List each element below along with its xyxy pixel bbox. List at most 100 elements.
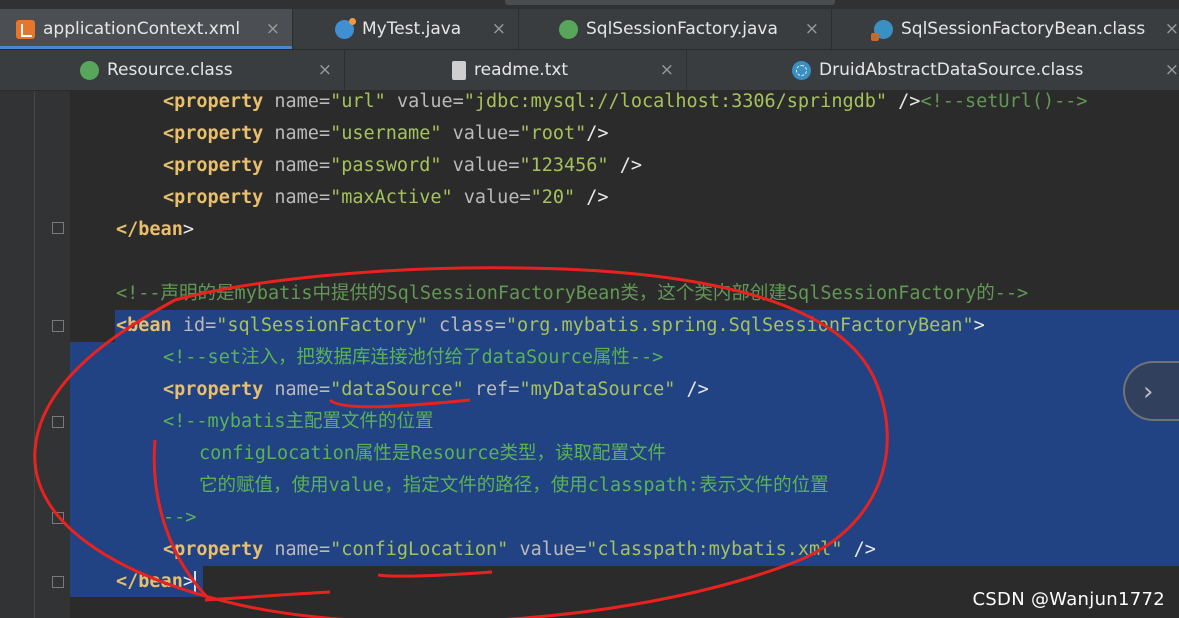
tab-label: applicationContext.xml: [43, 19, 241, 39]
xml-file-icon: [16, 19, 35, 39]
code-line[interactable]: </bean>: [116, 566, 196, 598]
xml-tag: bean: [127, 315, 172, 336]
xml-bracket: />: [842, 539, 876, 560]
xml-comment: <!--声明的是mybatis中提供的SqlSessionFactoryBean…: [116, 283, 1029, 304]
code-line[interactable]: <!--声明的是mybatis中提供的SqlSessionFactoryBean…: [116, 278, 1028, 310]
interface-icon: [80, 60, 99, 80]
class-file-icon: [871, 19, 893, 41]
xml-comment: 它的赋值，使用value，指定文件的路径，使用classpath:表示文件的位置: [199, 475, 829, 496]
code-line[interactable]: configLocation属性是Resource类型，读取配置文件: [199, 438, 666, 470]
code-line[interactable]: <property name="password" value="123456"…: [163, 150, 642, 182]
xml-attr: name=: [274, 539, 331, 560]
xml-attr: name=: [274, 155, 331, 176]
xml-bracket: </: [116, 219, 139, 240]
fold-marker-icon[interactable]: [52, 416, 64, 428]
xml-value: "configLocation": [330, 539, 509, 560]
editor-tabs-row-2: Resource.class × readme.txt × DruidAbstr…: [0, 50, 1179, 91]
tab-label: SqlSessionFactory.java: [586, 19, 778, 39]
xml-tag: property: [174, 539, 264, 560]
xml-bracket: <: [163, 91, 175, 112]
xml-bracket: <: [163, 155, 175, 176]
xml-attr: value=: [452, 123, 520, 144]
close-icon[interactable]: ×: [660, 60, 674, 80]
xml-comment: <!--mybatis主配置文件的位置: [163, 411, 434, 432]
xml-tag: property: [174, 187, 264, 208]
window-top-strip: [0, 0, 1179, 9]
editor-tabs-row-1: applicationContext.xml × MyTest.java × S…: [0, 9, 1179, 50]
xml-attr: ref=: [474, 379, 520, 400]
xml-comment: <!--set注入，把数据库连接池付给了dataSource属性-->: [163, 347, 664, 368]
xml-value: "jdbc:mysql://localhost:3306/springdb": [463, 91, 888, 112]
abstract-class-icon: [792, 60, 811, 80]
fold-marker-icon[interactable]: [52, 320, 64, 332]
xml-bracket: />: [887, 91, 921, 112]
tab-label: SqlSessionFactoryBean.class: [901, 19, 1146, 39]
xml-attr: name=: [274, 91, 331, 112]
code-line[interactable]: <property name="dataSource" ref="myDataS…: [163, 374, 709, 406]
xml-comment: configLocation属性是Resource类型，读取配置文件: [199, 443, 667, 464]
code-line[interactable]: <property name="username" value="root"/>: [163, 118, 609, 150]
tab-resource-class[interactable]: Resource.class ×: [0, 50, 345, 90]
xml-value: "myDataSource": [519, 379, 676, 400]
xml-value: "123456": [519, 155, 609, 176]
xml-value: "username": [330, 123, 442, 144]
xml-value: "org.mybatis.spring.SqlSessionFactoryBea…: [505, 315, 974, 336]
xml-value: "20": [530, 187, 576, 208]
watermark: CSDN @Wanjun1772: [972, 589, 1165, 610]
fold-marker-icon[interactable]: [52, 576, 64, 588]
code-line[interactable]: 它的赋值，使用value，指定文件的路径，使用classpath:表示文件的位置: [199, 470, 829, 502]
code-line[interactable]: </bean>: [116, 214, 194, 246]
xml-tag: property: [174, 155, 264, 176]
xml-attr: id=: [182, 315, 217, 336]
fold-marker-icon[interactable]: [52, 512, 64, 524]
code-editor[interactable]: <property name="url" value="jdbc:mysql:/…: [0, 91, 1179, 618]
close-icon[interactable]: ×: [1165, 60, 1179, 80]
close-icon[interactable]: ×: [1165, 19, 1179, 39]
xml-attr: value=: [452, 155, 520, 176]
close-icon[interactable]: ×: [492, 19, 506, 39]
xml-value: "dataSource": [330, 379, 464, 400]
close-icon[interactable]: ×: [318, 60, 332, 80]
tab-druidabstractdatasource-class[interactable]: DruidAbstractDataSource.class ×: [687, 50, 1179, 90]
tab-label: DruidAbstractDataSource.class: [819, 60, 1084, 80]
xml-attr: name=: [274, 379, 331, 400]
xml-value: "maxActive": [330, 187, 453, 208]
xml-tag: property: [174, 91, 264, 112]
next-page-button[interactable]: ›: [1123, 361, 1179, 421]
xml-bracket: >: [973, 315, 985, 336]
code-line[interactable]: <property name="configLocation" value="c…: [163, 534, 876, 566]
xml-bracket: >: [182, 571, 194, 592]
scroll-thumb[interactable]: [505, 0, 835, 5]
tab-sqlsessionfactorybean-class[interactable]: SqlSessionFactoryBean.class ×: [832, 9, 1179, 49]
java-class-icon: [335, 17, 356, 39]
xml-bracket: </: [116, 571, 139, 592]
code-line[interactable]: <!--mybatis主配置文件的位置: [163, 406, 434, 438]
tab-label: readme.txt: [474, 60, 569, 80]
xml-bracket: />: [586, 123, 609, 144]
close-icon[interactable]: ×: [266, 19, 280, 39]
xml-comment: <!--setUrl()-->: [920, 91, 1088, 112]
tab-label: Resource.class: [107, 60, 233, 80]
fold-marker-icon[interactable]: [52, 222, 64, 234]
text-file-icon: [452, 60, 466, 80]
code-line[interactable]: <property name="maxActive" value="20" />: [163, 182, 609, 214]
code-line[interactable]: <property name="url" value="jdbc:mysql:/…: [163, 91, 1088, 118]
tab-readme-txt[interactable]: readme.txt ×: [345, 50, 687, 90]
gutter-separator: [34, 91, 35, 618]
code-line[interactable]: <bean id="sqlSessionFactory" class="org.…: [116, 310, 985, 342]
xml-bracket: <: [116, 315, 128, 336]
tab-mytest-java[interactable]: MyTest.java ×: [293, 9, 519, 49]
chevron-right-icon: ›: [1143, 377, 1154, 407]
close-icon[interactable]: ×: [805, 19, 819, 39]
xml-bracket: />: [675, 379, 709, 400]
code-line[interactable]: -->: [163, 502, 196, 534]
xml-tag: bean: [138, 571, 183, 592]
xml-bracket: />: [575, 187, 609, 208]
editor-gutter: [0, 91, 70, 618]
code-line[interactable]: <!--set注入，把数据库连接池付给了dataSource属性-->: [163, 342, 663, 374]
tab-sqlsessionfactory-java[interactable]: SqlSessionFactory.java ×: [519, 9, 832, 49]
tab-application-context-xml[interactable]: applicationContext.xml ×: [0, 9, 293, 49]
xml-attr: class=: [439, 315, 506, 336]
xml-tag: bean: [138, 219, 183, 240]
xml-attr: value=: [463, 187, 531, 208]
